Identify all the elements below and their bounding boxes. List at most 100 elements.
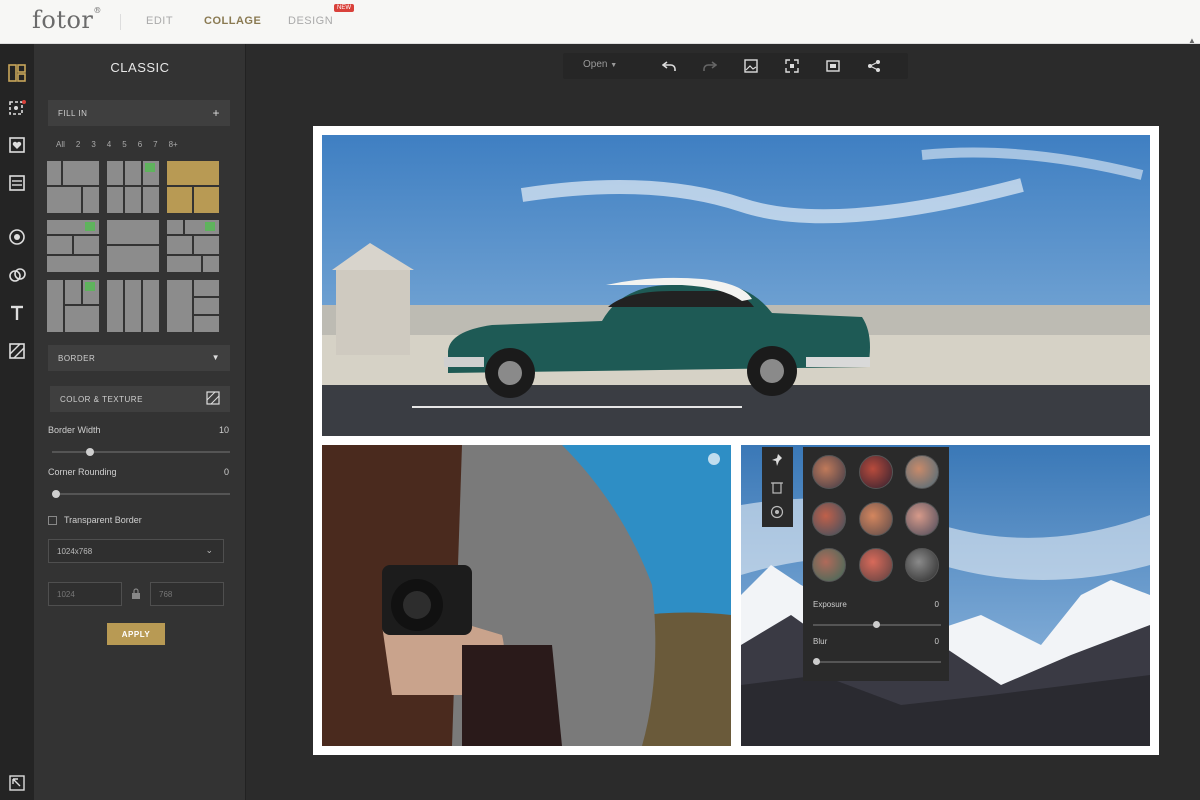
collage-panel: CLASSIC FILL IN + All 2 3 4 5 6 7 8+ BOR…: [34, 44, 246, 800]
layout-template[interactable]: [167, 220, 219, 272]
pin-icon[interactable]: [771, 453, 785, 472]
trash-icon[interactable]: [771, 480, 783, 499]
open-dropdown[interactable]: Open ▼: [583, 59, 617, 70]
logo-mark: ®: [93, 6, 102, 15]
favorite-heart-icon: [205, 222, 215, 231]
layout-template[interactable]: [47, 220, 99, 272]
new-badge: NEW: [334, 4, 354, 12]
color-texture-button[interactable]: COLOR & TEXTURE: [50, 386, 230, 412]
count-4[interactable]: 4: [107, 140, 111, 149]
undo-icon[interactable]: [659, 56, 679, 76]
plus-icon: +: [212, 106, 220, 120]
scroll-up-icon[interactable]: ▲: [1188, 36, 1196, 45]
count-2[interactable]: 2: [76, 140, 80, 149]
exposure-value: 0: [934, 600, 939, 609]
slider-handle[interactable]: [86, 448, 94, 456]
count-7[interactable]: 7: [153, 140, 157, 149]
collage-canvas[interactable]: [313, 126, 1159, 755]
lock-icon[interactable]: [131, 588, 141, 599]
fullscreen-icon[interactable]: [782, 56, 802, 76]
count-3[interactable]: 3: [91, 140, 95, 149]
corner-rounding-label: Corner Rounding: [48, 467, 117, 477]
sticker-icon[interactable]: [6, 98, 28, 120]
transparent-border-label: Transparent Border: [64, 515, 142, 525]
exposure-slider[interactable]: [813, 621, 941, 628]
divider: [120, 14, 121, 30]
tool-rail: [0, 44, 34, 800]
border-width-value: 10: [218, 425, 229, 435]
caret-down-icon: ▼: [610, 62, 618, 69]
top-bar: fotor® EDIT COLLAGE DESIGN NEW ▲: [0, 0, 1200, 45]
favorite-heart-icon: [85, 282, 95, 291]
photo-cell-car[interactable]: [322, 135, 1150, 436]
layout-template[interactable]: [47, 280, 99, 332]
apply-button[interactable]: APPLY: [107, 623, 165, 645]
layout-icon[interactable]: [6, 62, 28, 84]
count-6[interactable]: 6: [138, 140, 142, 149]
count-8-plus[interactable]: 8+: [169, 140, 178, 149]
layout-template[interactable]: [107, 280, 159, 332]
border-width-slider[interactable]: [52, 448, 230, 456]
share-icon[interactable]: [864, 56, 884, 76]
fill-in-label: FILL IN: [58, 108, 88, 118]
favorite-heart-icon: [145, 163, 155, 172]
cell-tools: [762, 447, 793, 527]
chevron-down-icon: ⌄: [205, 545, 213, 555]
filter-thumb[interactable]: [905, 502, 939, 536]
crop-icon[interactable]: [823, 56, 843, 76]
size-select-value: 1024x768: [57, 547, 93, 556]
blur-slider[interactable]: [813, 658, 941, 665]
nav-collage[interactable]: COLLAGE: [204, 15, 261, 27]
text-icon[interactable]: [6, 302, 28, 324]
caret-down-icon: ▼: [211, 353, 220, 362]
photo-cell-photographer[interactable]: [322, 445, 731, 746]
layout-template[interactable]: [167, 161, 219, 213]
layout-template[interactable]: [107, 161, 159, 213]
corner-rounding-slider[interactable]: [52, 490, 230, 498]
panel-title: CLASSIC: [110, 60, 170, 75]
filter-thumb[interactable]: [812, 455, 846, 489]
frame-icon[interactable]: [6, 134, 28, 156]
border-label: BORDER: [58, 353, 96, 363]
blur-value: 0: [934, 637, 939, 646]
filter-thumb[interactable]: [812, 548, 846, 582]
star-icon[interactable]: [6, 226, 28, 248]
redo-icon[interactable]: [700, 56, 720, 76]
border-section-toggle[interactable]: BORDER ▼: [48, 345, 230, 371]
filter-thumb[interactable]: [812, 502, 846, 536]
filter-thumb[interactable]: [905, 548, 939, 582]
text-list-icon[interactable]: [6, 172, 28, 194]
count-all[interactable]: All: [56, 140, 65, 149]
layout-template[interactable]: [167, 280, 219, 332]
filter-thumb[interactable]: [905, 455, 939, 489]
pattern-icon[interactable]: [6, 340, 28, 362]
nav-edit[interactable]: EDIT: [146, 15, 173, 27]
corner-rounding-value: 0: [223, 467, 229, 477]
width-input[interactable]: 1024: [48, 582, 122, 606]
border-width-label: Border Width: [48, 425, 101, 435]
height-input[interactable]: 768: [150, 582, 224, 606]
expand-icon[interactable]: [6, 772, 28, 794]
layout-template[interactable]: [47, 161, 99, 213]
layout-template[interactable]: [107, 220, 159, 272]
color-texture-label: COLOR & TEXTURE: [60, 394, 143, 404]
slider-handle[interactable]: [813, 658, 820, 665]
filter-thumb[interactable]: [859, 455, 893, 489]
filter-thumb[interactable]: [859, 548, 893, 582]
nav-design[interactable]: DESIGN: [288, 15, 333, 27]
slider-handle[interactable]: [52, 490, 60, 498]
photo-adjust-panel: Exposure 0 Blur 0: [803, 447, 949, 681]
settings-icon[interactable]: [770, 505, 784, 524]
clipart-icon[interactable]: [6, 264, 28, 286]
photo-count-filter: All 2 3 4 5 6 7 8+: [56, 140, 236, 149]
fill-in-button[interactable]: FILL IN +: [48, 100, 230, 126]
fotor-logo[interactable]: fotor®: [32, 6, 102, 34]
slider-handle[interactable]: [873, 621, 880, 628]
transparent-border-checkbox[interactable]: [48, 516, 57, 525]
filter-thumb[interactable]: [859, 502, 893, 536]
size-select[interactable]: 1024x768 ⌄: [48, 539, 224, 563]
blur-label: Blur: [813, 637, 828, 646]
image-icon[interactable]: [741, 56, 761, 76]
open-label: Open: [583, 59, 608, 70]
count-5[interactable]: 5: [122, 140, 126, 149]
